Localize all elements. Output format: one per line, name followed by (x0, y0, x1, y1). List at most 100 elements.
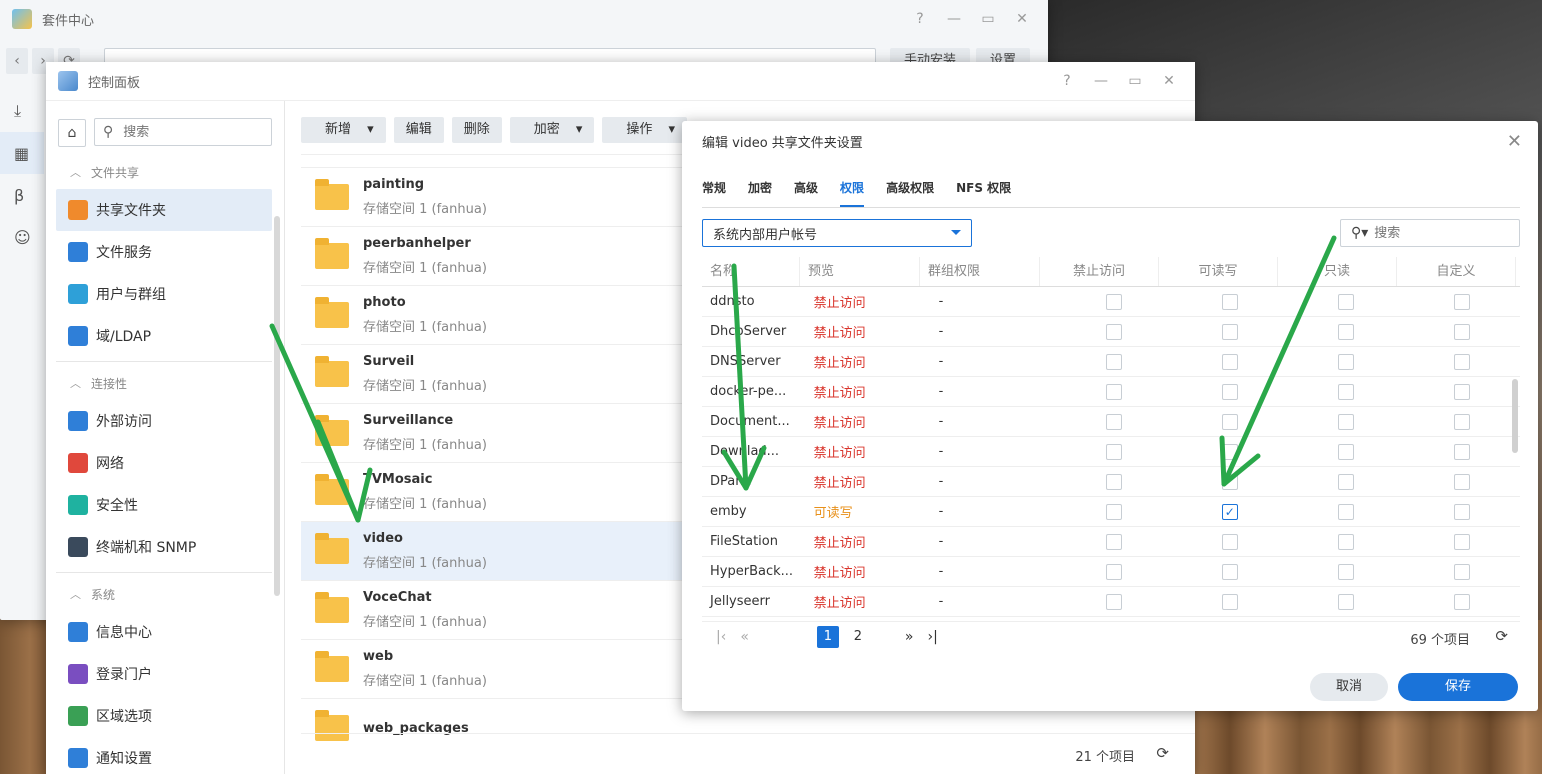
checkbox[interactable] (1453, 473, 1470, 490)
column-header[interactable]: 自定义 (1397, 257, 1516, 286)
checkbox[interactable] (1453, 413, 1470, 430)
permission-row[interactable]: Downlad... 禁止访问 - (702, 437, 1520, 467)
sidebar-item[interactable]: 网络 (56, 442, 272, 484)
permission-row[interactable]: docker-pe... 禁止访问 - (702, 377, 1520, 407)
tab-2[interactable]: 高级 (794, 173, 818, 207)
checkbox[interactable] (1105, 353, 1122, 370)
checkbox[interactable] (1105, 503, 1122, 520)
checkbox[interactable] (1453, 353, 1470, 370)
beta-icon[interactable]: β (0, 174, 44, 216)
checkbox[interactable] (1337, 443, 1354, 460)
tab-1[interactable]: 加密 (748, 173, 772, 207)
checkbox[interactable] (1105, 323, 1122, 340)
tab-3[interactable]: 权限 (840, 173, 865, 207)
checkbox[interactable] (1453, 383, 1470, 400)
minimize-icon[interactable]: — (1093, 73, 1109, 89)
sidebar-item[interactable]: 安全性 (56, 484, 272, 526)
checkbox[interactable] (1453, 323, 1470, 340)
help-icon[interactable]: ? (912, 11, 928, 27)
page-number[interactable]: 2 (847, 626, 869, 648)
close-icon[interactable]: ✕ (1161, 73, 1177, 89)
delete-button[interactable]: 删除 (451, 117, 502, 143)
sidebar-item[interactable]: 区域选项 (56, 695, 272, 737)
checkbox[interactable] (1221, 383, 1238, 400)
tab-5[interactable]: NFS 权限 (956, 173, 1011, 207)
edit-button[interactable]: 编辑 (393, 117, 444, 143)
back-icon[interactable]: ‹ (6, 48, 28, 74)
permission-row[interactable]: DhcpServer 禁止访问 - (702, 317, 1520, 347)
home-icon[interactable]: ⌂ (58, 119, 86, 147)
permission-row[interactable]: DNSServer 禁止访问 - (702, 347, 1520, 377)
sidebar-scrollbar[interactable] (274, 216, 280, 596)
checkbox[interactable] (1221, 413, 1238, 430)
first-page-icon[interactable]: |‹ (716, 629, 726, 645)
sidebar-group-header[interactable]: ︿ 系统 (56, 577, 272, 611)
sidebar-item[interactable]: 登录门户 (56, 653, 272, 695)
checkbox[interactable] (1337, 293, 1354, 310)
permission-row[interactable]: MailClient禁止访问 (702, 617, 1520, 619)
permission-row[interactable]: HyperBack... 禁止访问 - (702, 557, 1520, 587)
checkbox[interactable] (1105, 383, 1122, 400)
permission-row[interactable]: ddnsto 禁止访问 - (702, 287, 1520, 317)
tab-0[interactable]: 常规 (702, 173, 726, 207)
checkbox[interactable] (1337, 353, 1354, 370)
permission-search[interactable]: ⚲▾ (1340, 219, 1520, 247)
sidebar-item[interactable]: 外部访问 (56, 400, 272, 442)
checkbox-checked[interactable]: ✓ (1221, 503, 1238, 520)
checkbox[interactable] (1453, 533, 1470, 550)
checkbox[interactable] (1337, 533, 1354, 550)
checkbox[interactable] (1337, 503, 1354, 520)
save-button[interactable]: 保存 (1398, 673, 1518, 701)
checkbox[interactable] (1453, 563, 1470, 580)
checkbox[interactable] (1453, 503, 1470, 520)
checkbox[interactable] (1337, 593, 1354, 610)
checkbox[interactable] (1105, 443, 1122, 460)
permission-row[interactable]: FileStation 禁止访问 - (702, 527, 1520, 557)
grid-icon[interactable]: ▦ (0, 132, 44, 174)
checkbox[interactable] (1337, 413, 1354, 430)
column-header[interactable]: 只读 (1278, 257, 1397, 286)
checkbox[interactable] (1337, 473, 1354, 490)
permission-search-input[interactable] (1372, 224, 1497, 242)
sidebar-group-header[interactable]: ︿ 连接性 (56, 366, 272, 400)
edit-shared-folder-dialog[interactable]: 编辑 video 共享文件夹设置 ✕ 常规 加密 高级 权限 高级权限 NFS 权限 系统… (682, 121, 1538, 711)
checkbox[interactable] (1221, 353, 1238, 370)
checkbox[interactable] (1221, 533, 1238, 550)
sidebar-search[interactable]: ⚲ (94, 118, 272, 146)
sidebar-item[interactable]: 信息中心 (56, 611, 272, 653)
refresh-icon[interactable]: ⟳ (1156, 744, 1169, 762)
prev-page-icon[interactable]: « (740, 629, 749, 645)
column-header[interactable]: 禁止访问 (1040, 257, 1159, 286)
help-icon[interactable]: ? (1059, 73, 1075, 89)
refresh-icon[interactable]: ⟳ (1495, 627, 1508, 645)
encrypt-button[interactable]: 加密 ▾ (509, 117, 595, 143)
last-page-icon[interactable]: ›| (927, 629, 937, 645)
user-type-select[interactable]: 系统内部用户帐号 (702, 219, 972, 247)
sidebar-item[interactable]: 文件服务 (56, 231, 272, 273)
permission-row[interactable]: DPane 禁止访问 - (702, 467, 1520, 497)
permission-row[interactable]: emby 可读写 - ✓ (702, 497, 1520, 527)
sidebar-item[interactable]: 用户与群组 (56, 273, 272, 315)
control-panel-titlebar[interactable]: 控制面板 (46, 62, 1195, 101)
permission-row[interactable]: Jellyseerr 禁止访问 - (702, 587, 1520, 617)
close-icon[interactable]: ✕ (1014, 11, 1030, 27)
checkbox[interactable] (1453, 593, 1470, 610)
close-icon[interactable]: ✕ (1507, 131, 1522, 152)
checkbox[interactable] (1221, 323, 1238, 340)
community-icon[interactable]: ☺ (0, 216, 44, 258)
permission-row[interactable]: Document... 禁止访问 - (702, 407, 1520, 437)
cancel-button[interactable]: 取消 (1310, 673, 1388, 701)
checkbox[interactable] (1221, 293, 1238, 310)
column-header[interactable]: 群组权限 (920, 257, 1040, 286)
create-button[interactable]: 新增 ▾ (301, 117, 386, 143)
checkbox[interactable] (1453, 443, 1470, 460)
sidebar-item[interactable]: 共享文件夹 (56, 189, 272, 231)
sidebar-group-header[interactable]: ︿ 文件共享 (56, 155, 272, 189)
tab-4[interactable]: 高级权限 (886, 173, 934, 207)
checkbox[interactable] (1337, 563, 1354, 580)
column-header[interactable]: 名称 (702, 257, 800, 286)
checkbox[interactable] (1105, 473, 1122, 490)
page-number[interactable]: 1 (816, 626, 839, 648)
download-icon[interactable]: ⤓ (0, 90, 44, 132)
checkbox[interactable] (1105, 413, 1122, 430)
